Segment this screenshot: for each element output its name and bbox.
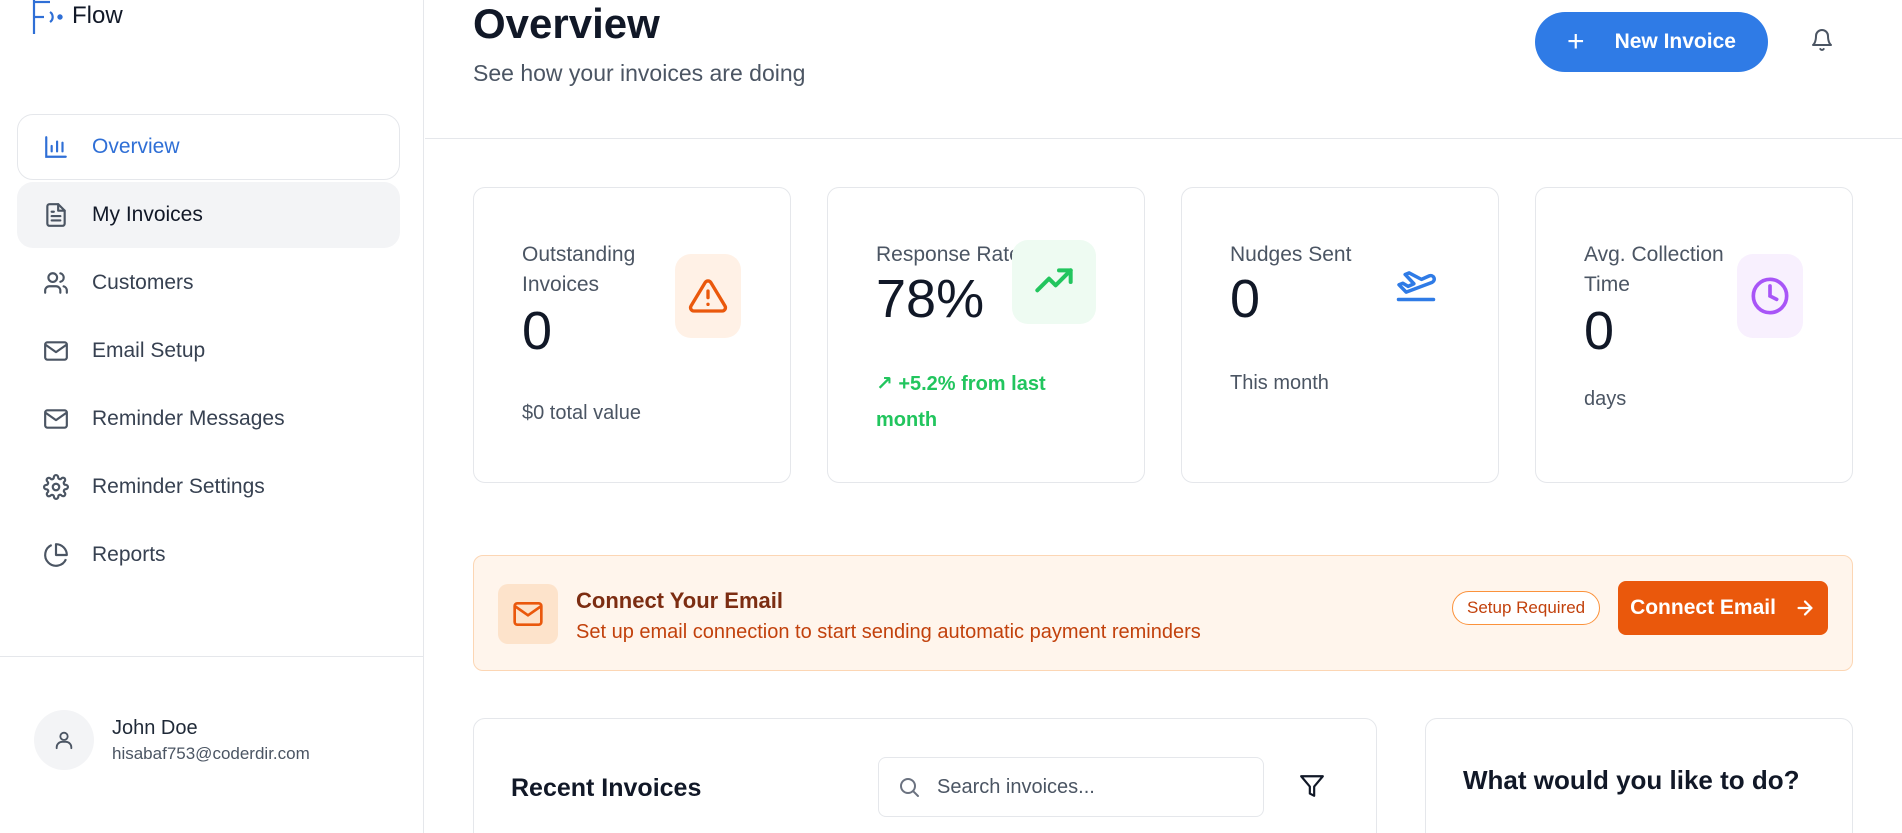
gear-icon bbox=[42, 473, 70, 501]
mail-icon bbox=[42, 337, 70, 365]
sidebar: Flow Overview My Invoices Customers Emai… bbox=[0, 0, 424, 833]
plane-departure-icon bbox=[1383, 240, 1449, 324]
mail-icon bbox=[42, 405, 70, 433]
search-box bbox=[878, 757, 1264, 817]
stat-sub: days bbox=[1584, 388, 1627, 410]
recent-invoices-panel: Recent Invoices bbox=[473, 718, 1377, 833]
mail-icon bbox=[498, 584, 558, 644]
connect-email-banner: Connect Your Email Set up email connecti… bbox=[473, 555, 1853, 671]
file-text-icon bbox=[42, 201, 70, 229]
banner-description: Set up email connection to start sending… bbox=[576, 621, 1201, 643]
pie-chart-icon bbox=[42, 541, 70, 569]
banner-title: Connect Your Email bbox=[576, 588, 784, 613]
quick-actions-panel: What would you like to do? bbox=[1425, 718, 1853, 833]
page-header: Overview See how your invoices are doing… bbox=[425, 0, 1902, 139]
connect-email-button[interactable]: Connect Email bbox=[1618, 581, 1828, 635]
user-name: John Doe bbox=[112, 716, 198, 739]
sidebar-item-label: Reminder Messages bbox=[92, 407, 285, 430]
sidebar-item-reports[interactable]: Reports bbox=[17, 522, 400, 588]
avatar bbox=[34, 710, 94, 770]
stat-card-nudges-sent: Nudges Sent 0 This month bbox=[1181, 187, 1499, 483]
stat-label: Outstanding Invoices bbox=[522, 243, 636, 296]
sidebar-item-customers[interactable]: Customers bbox=[17, 250, 400, 316]
alert-triangle-icon bbox=[675, 254, 741, 338]
stat-card-outstanding: Outstanding Invoices 0 $0 total value bbox=[473, 187, 791, 483]
quick-actions-title: What would you like to do? bbox=[1463, 765, 1800, 795]
sidebar-item-overview[interactable]: Overview bbox=[17, 114, 400, 180]
stat-value: 0 bbox=[1584, 301, 1615, 361]
user-profile[interactable]: John Doe hisabaf753@coderdir.com bbox=[34, 710, 310, 770]
user-icon bbox=[55, 731, 73, 750]
sidebar-item-label: Customers bbox=[92, 271, 194, 294]
bell-icon[interactable] bbox=[1810, 28, 1838, 56]
stat-sub: This month bbox=[1230, 372, 1329, 394]
app-name: Flow bbox=[72, 2, 123, 29]
stat-label: Avg. Collection Time bbox=[1584, 243, 1724, 296]
sidebar-item-email-setup[interactable]: Email Setup bbox=[17, 318, 400, 384]
app-logo[interactable]: Flow bbox=[30, 0, 123, 40]
stat-label: Nudges Sent bbox=[1230, 243, 1352, 266]
sidebar-item-label: Email Setup bbox=[92, 339, 206, 362]
user-email: hisabaf753@coderdir.com bbox=[112, 743, 310, 763]
stat-sub: $0 total value bbox=[522, 402, 641, 424]
user-info: John Doe hisabaf753@coderdir.com bbox=[112, 717, 310, 764]
new-invoice-label: New Invoice bbox=[1614, 30, 1736, 53]
sidebar-nav: Overview My Invoices Customers Email Set… bbox=[17, 114, 400, 590]
stat-card-avg-collection: Avg. Collection Time 0 days bbox=[1535, 187, 1853, 483]
stat-trend: ↗ +5.2% from last month bbox=[876, 373, 1046, 431]
bar-chart-icon bbox=[42, 133, 70, 161]
clock-icon bbox=[1737, 254, 1803, 338]
stat-value: 78% bbox=[876, 269, 985, 329]
connect-email-label: Connect Email bbox=[1630, 596, 1776, 619]
flow-logo-icon bbox=[32, 0, 63, 34]
stat-value: 0 bbox=[1230, 269, 1261, 329]
page-title: Overview bbox=[473, 0, 660, 47]
sidebar-item-label: Overview bbox=[92, 135, 180, 158]
status-badge: Setup Required bbox=[1452, 591, 1601, 625]
search-input[interactable] bbox=[937, 775, 1237, 799]
sidebar-divider bbox=[0, 656, 424, 657]
new-invoice-button[interactable]: + New Invoice bbox=[1535, 12, 1768, 72]
stat-value: 0 bbox=[522, 301, 553, 361]
users-icon bbox=[42, 269, 70, 297]
arrow-right-icon bbox=[1797, 600, 1813, 616]
sidebar-item-reminder-messages[interactable]: Reminder Messages bbox=[17, 386, 400, 452]
sidebar-item-label: Reminder Settings bbox=[92, 475, 265, 498]
search-icon bbox=[900, 778, 919, 797]
stat-card-response-rate: Response Rate 78% ↗ +5.2% from last mont… bbox=[827, 187, 1145, 483]
sidebar-item-my-invoices[interactable]: My Invoices bbox=[17, 182, 400, 248]
plus-icon: + bbox=[1567, 25, 1585, 58]
page-subtitle: See how your invoices are doing bbox=[473, 60, 806, 86]
recent-invoices-title: Recent Invoices bbox=[511, 774, 702, 802]
filter-icon[interactable] bbox=[1299, 773, 1327, 801]
sidebar-item-label: Reports bbox=[92, 543, 166, 566]
trending-up-icon bbox=[1012, 240, 1096, 324]
sidebar-item-label: My Invoices bbox=[92, 203, 203, 226]
sidebar-item-reminder-settings[interactable]: Reminder Settings bbox=[17, 454, 400, 520]
